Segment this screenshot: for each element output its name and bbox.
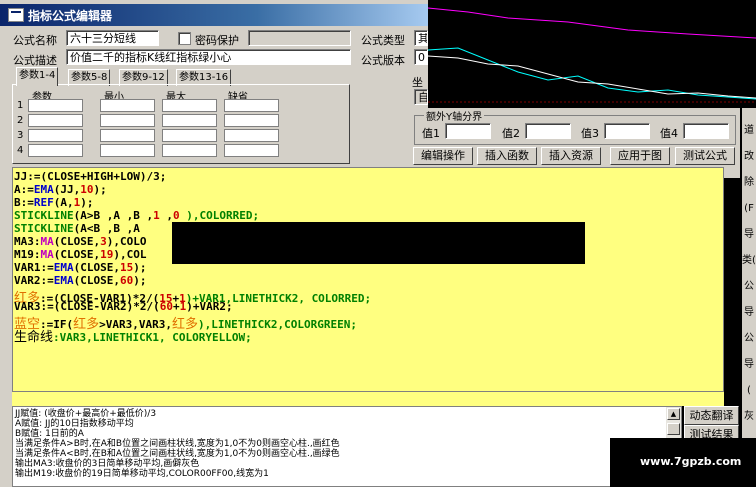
- edge-label[interactable]: 公: [742, 326, 756, 352]
- axis-group-label: 额外Y轴分界: [424, 108, 485, 123]
- axis-value-2-label: 值2: [502, 127, 520, 140]
- password-label: 密码保护: [195, 34, 239, 47]
- watermark-text: www.7gpzb.com: [640, 455, 742, 468]
- axis-value-1-label: 值1: [422, 127, 440, 140]
- edge-label[interactable]: 改: [742, 144, 756, 170]
- output-line: 输出MA3:收盘价的3日简单移动平均,画僻灰色: [15, 459, 200, 469]
- edge-label[interactable]: 导: [742, 222, 756, 248]
- formula-type-label: 公式类型: [361, 34, 405, 47]
- formula-desc-label: 公式描述: [13, 54, 57, 67]
- background-chart: [428, 0, 756, 108]
- edge-label[interactable]: (F: [742, 196, 756, 222]
- right-edge-panel: 道 改 除 (F 导 类( 公 导 公 导 ( 灰: [742, 108, 756, 487]
- param-name-cell[interactable]: [28, 144, 83, 157]
- scroll-up-arrow-icon[interactable]: ▲: [667, 408, 680, 420]
- output-line: A赋值: JJ的10日指数移动平均: [15, 419, 134, 429]
- axis-value-1-input[interactable]: [445, 123, 491, 139]
- insert-function-button[interactable]: 插入函数: [477, 147, 537, 165]
- code-line: A:=EMA(JJ,10);: [14, 183, 107, 196]
- code-line: VAR1:=EMA(CLOSE,15);: [14, 261, 147, 274]
- output-line: B赋值: 1日前的A: [15, 429, 84, 439]
- formula-code-editor[interactable]: JJ:=(CLOSE+HIGH+LOW)/3; A:=EMA(JJ,10); B…: [12, 167, 724, 392]
- param-name-cell[interactable]: [28, 114, 83, 127]
- watermark: www.7gpzb.com: [610, 438, 756, 487]
- self-select[interactable]: 自: [414, 89, 428, 105]
- coord-label: 坐: [412, 76, 423, 89]
- dynamic-translate-button[interactable]: 动态翻译: [684, 406, 739, 425]
- param-min-cell[interactable]: [100, 129, 155, 142]
- param-min-cell[interactable]: [100, 99, 155, 112]
- axis-value-3-input[interactable]: [604, 123, 650, 139]
- translation-output: JJ赋值: (收盘价+最高价+最低价)/3 A赋值: JJ的10日指数移动平均 …: [12, 406, 682, 487]
- axis-value-4-label: 值4: [660, 127, 678, 140]
- param-default-cell[interactable]: [224, 129, 279, 142]
- param-default-cell[interactable]: [224, 114, 279, 127]
- axis-value-2-input[interactable]: [525, 123, 571, 139]
- edit-operation-button[interactable]: 编辑操作: [413, 147, 473, 165]
- formula-name-input[interactable]: 六十三分短线: [66, 30, 159, 46]
- edge-label[interactable]: 导: [742, 300, 756, 326]
- code-line: JJ:=(CLOSE+HIGH+LOW)/3;: [14, 170, 167, 183]
- edge-label[interactable]: 导: [742, 352, 756, 378]
- param-min-cell[interactable]: [100, 114, 155, 127]
- param-default-cell[interactable]: [224, 144, 279, 157]
- title-bar[interactable]: 指标公式编辑器: [0, 4, 428, 26]
- param-name-cell[interactable]: [28, 99, 83, 112]
- params-row-number: 3: [17, 130, 24, 141]
- scroll-thumb[interactable]: [667, 423, 680, 435]
- edge-label[interactable]: 公: [742, 274, 756, 300]
- formula-type-select[interactable]: 其: [414, 30, 428, 46]
- edge-labels: 道 改 除 (F 导 类( 公 导 公 导 ( 灰: [742, 118, 756, 430]
- test-formula-button[interactable]: 测试公式: [675, 147, 735, 165]
- formula-version-label: 公式版本: [361, 54, 405, 67]
- axis-value-3-label: 值3: [581, 127, 599, 140]
- code-line: STICKLINE(A>B ,A ,B ,1 ,0 ),COLORRED;: [14, 209, 260, 222]
- output-line: JJ赋值: (收盘价+最高价+最低价)/3: [15, 409, 157, 419]
- params-row-number: 4: [17, 145, 24, 156]
- output-line: 当满足条件A>B时,在A和B位置之间画柱状线,宽度为1,0不为0则画空心柱.,画…: [15, 439, 340, 449]
- formula-desc-input[interactable]: 价值二千的指标K线红指标绿小心: [66, 49, 351, 65]
- code-line: VAR3:=(CLOSE-VAR2)*2/(60+1)+VAR2;: [14, 300, 233, 313]
- output-line: 输出M19:收盘价的19日简单移动平均,COLOR00FF00,线宽为1: [15, 469, 269, 479]
- params-row-number: 1: [17, 100, 24, 111]
- code-line: B:=REF(A,1);: [14, 196, 94, 209]
- param-max-cell[interactable]: [162, 144, 217, 157]
- formula-name-label: 公式名称: [13, 34, 57, 47]
- window-title: 指标公式编辑器: [28, 9, 113, 23]
- axis-value-4-input[interactable]: [683, 123, 729, 139]
- params-row-number: 2: [17, 115, 24, 126]
- chart-lines: [428, 7, 756, 103]
- output-line: 当满足条件A<B时,在B和A位置之间画柱状线,宽度为1,0不为0则画空心柱.,画…: [15, 449, 340, 459]
- redacted-block: [172, 222, 585, 264]
- password-checkbox[interactable]: [178, 32, 191, 45]
- password-input[interactable]: [248, 30, 351, 46]
- code-line: M19:MA(CLOSE,19),COL: [14, 248, 147, 261]
- param-max-cell[interactable]: [162, 114, 217, 127]
- param-max-cell[interactable]: [162, 129, 217, 142]
- tab-params-1-4[interactable]: 参数1-4: [16, 67, 59, 86]
- code-line: STICKLINE(A<B ,B ,A: [14, 222, 140, 235]
- edge-label[interactable]: 道: [742, 118, 756, 144]
- insert-resource-button[interactable]: 插入资源: [541, 147, 601, 165]
- param-name-cell[interactable]: [28, 129, 83, 142]
- param-min-cell[interactable]: [100, 144, 155, 157]
- param-default-cell[interactable]: [224, 99, 279, 112]
- apply-to-chart-button[interactable]: 应用于图: [610, 147, 670, 165]
- formula-version-input[interactable]: 0: [414, 49, 428, 65]
- edge-label[interactable]: 类(: [742, 248, 756, 274]
- code-line: VAR2:=EMA(CLOSE,60);: [14, 274, 147, 287]
- edge-label[interactable]: 除: [742, 170, 756, 196]
- param-max-cell[interactable]: [162, 99, 217, 112]
- editor-bottom-bar: [12, 392, 724, 406]
- edge-label[interactable]: (: [742, 378, 756, 404]
- code-line: MA3:MA(CLOSE,3),COLO: [14, 235, 147, 248]
- code-line: 生命线:VAR3,LINETHICK1, COLORYELLOW;: [14, 330, 252, 345]
- edge-label[interactable]: 灰: [742, 404, 756, 430]
- window-icon: [8, 8, 24, 22]
